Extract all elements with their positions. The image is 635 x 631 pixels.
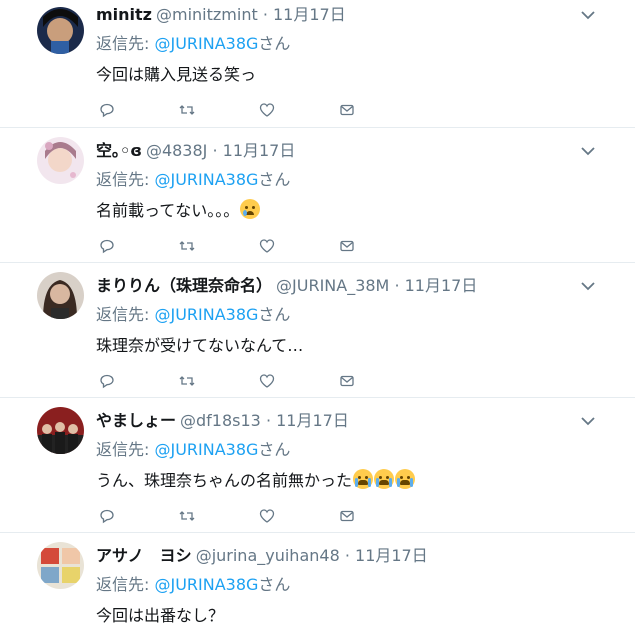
reply-icon[interactable] [97,506,117,526]
tweet-text: 今回は購入見送る笑っ [96,65,257,84]
tweet[interactable]: まりりん（珠理奈命名） @JURINA_38M · 11月17日 返信先: @JU… [0,263,635,398]
reply-handle-link[interactable]: @JURINA38G [154,305,258,324]
loudly-crying-face-emoji [395,469,416,489]
like-icon[interactable] [257,506,277,526]
reply-prefix: 返信先: [96,305,155,324]
timestamp[interactable]: 11月17日 [405,276,478,295]
timestamp[interactable]: 11月17日 [273,5,346,24]
retweet-icon[interactable] [177,506,197,526]
chevron-down-icon[interactable] [579,6,597,24]
reply-suffix: さん [258,305,291,324]
reply-suffix: さん [258,575,291,594]
avatar[interactable] [37,407,84,454]
chevron-down-icon[interactable] [579,412,597,430]
user-handle[interactable]: @4838J [146,141,207,160]
user-handle[interactable]: @df18s13 [180,411,261,430]
reply-prefix: 返信先: [96,170,155,189]
avatar[interactable] [37,272,84,319]
dm-icon[interactable] [337,100,357,120]
chevron-down-icon[interactable] [579,277,597,295]
timeline: minitz @minitzmint · 11月17日 返信先: @JURINA3… [0,0,635,631]
timestamp[interactable]: 11月17日 [223,141,296,160]
reply-context: 返信先: @JURINA38Gさん [96,301,585,329]
separator: · [389,276,405,295]
reply-context: 返信先: @JURINA38Gさん [96,166,585,194]
avatar[interactable] [37,7,84,54]
reply-prefix: 返信先: [96,575,155,594]
reply-icon[interactable] [97,236,117,256]
separator: · [207,141,223,160]
reply-handle-link[interactable]: @JURINA38G [154,34,258,53]
tweet[interactable]: minitz @minitzmint · 11月17日 返信先: @JURINA3… [0,0,635,128]
separator: · [339,546,356,565]
user-handle[interactable]: @minitzmint [156,5,258,24]
user-handle[interactable]: @JURINA_38M [276,276,389,295]
dm-icon[interactable] [337,506,357,526]
reply-context: 返信先: @JURINA38Gさん [96,30,585,58]
reply-handle-link[interactable]: @JURINA38G [154,170,258,189]
reply-handle-link[interactable]: @JURINA38G [154,575,258,594]
reply-suffix: さん [258,170,291,189]
loudly-crying-face-emoji [353,469,374,489]
display-name[interactable]: アサノ ヨシ [96,546,192,565]
display-name[interactable]: 空｡◦ɞ [96,141,142,160]
tweet-text: 今回は出番なし？ [96,606,225,625]
tweet[interactable]: 空｡◦ɞ @4838J · 11月17日 返信先: @JURINA38Gさん 名前… [0,128,635,263]
retweet-icon[interactable] [177,100,197,120]
tweet[interactable]: アサノ ヨシ @jurina_yuihan48 · 11月17日 返信先: @JU… [0,533,635,631]
chevron-down-icon[interactable] [579,142,597,160]
reply-prefix: 返信先: [96,34,155,53]
retweet-icon[interactable] [177,236,197,256]
separator: · [260,411,277,430]
avatar[interactable] [37,137,84,184]
reply-handle-link[interactable]: @JURINA38G [154,440,258,459]
reply-context: 返信先: @JURINA38Gさん [96,436,585,464]
like-icon[interactable] [257,236,277,256]
like-icon[interactable] [257,100,277,120]
display-name[interactable]: minitz [96,5,152,24]
tweet[interactable]: やましょー @df18s13 · 11月17日 返信先: @JURINA38Gさん… [0,398,635,533]
reply-icon[interactable] [97,100,117,120]
tweet-text: うん、珠理奈ちゃんの名前無かった [96,471,353,490]
reply-suffix: さん [258,440,291,459]
display-name[interactable]: やましょー [96,411,176,430]
tweet-text: 名前載ってない。。。 [96,201,240,220]
dm-icon[interactable] [337,236,357,256]
reply-prefix: 返信先: [96,440,155,459]
user-handle[interactable]: @jurina_yuihan48 [196,546,340,565]
timestamp[interactable]: 11月17日 [276,411,349,430]
avatar[interactable] [37,542,84,589]
reply-context: 返信先: @JURINA38Gさん [96,571,585,599]
like-icon[interactable] [257,371,277,391]
loudly-crying-face-emoji [374,469,395,489]
dm-icon[interactable] [337,371,357,391]
separator: · [257,5,273,24]
reply-icon[interactable] [97,371,117,391]
tweet-text: 珠理奈が受けてないなんて… [96,336,304,355]
timestamp[interactable]: 11月17日 [355,546,428,565]
retweet-icon[interactable] [177,371,197,391]
reply-suffix: さん [258,34,291,53]
display-name[interactable]: まりりん（珠理奈命名） [96,276,272,295]
crying-face-emoji [240,199,261,219]
